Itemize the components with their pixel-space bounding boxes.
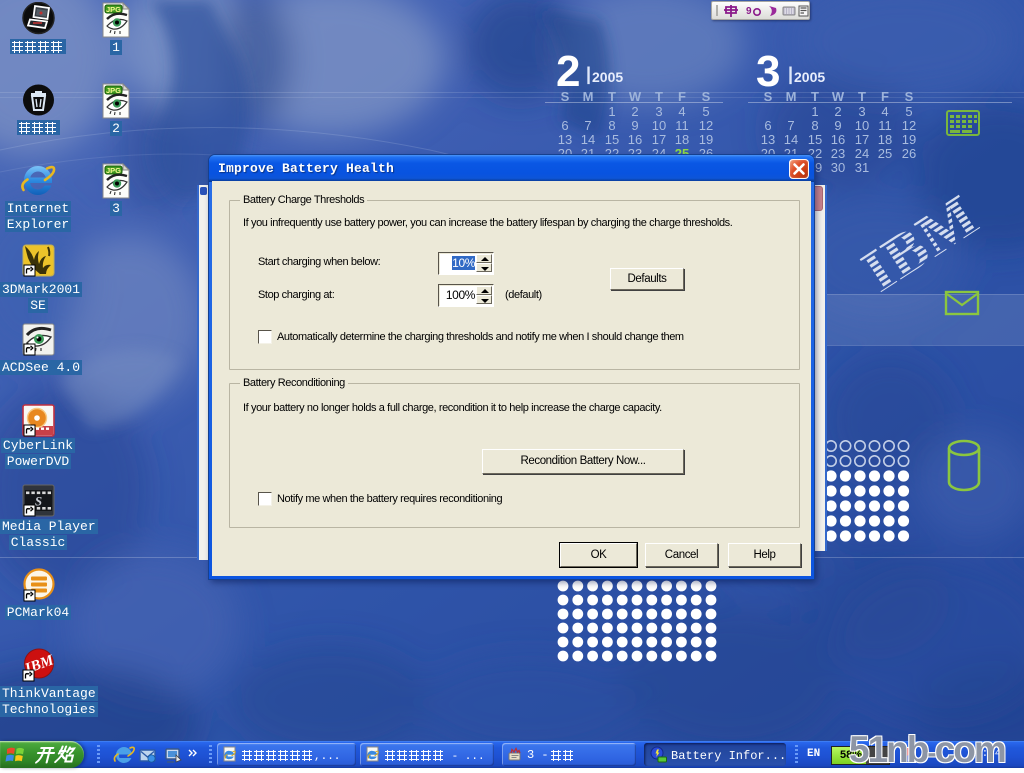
svg-text:9: 9 [746,6,752,17]
svg-text:IBM: IBM [850,182,989,304]
svg-text:S: S [35,494,42,509]
